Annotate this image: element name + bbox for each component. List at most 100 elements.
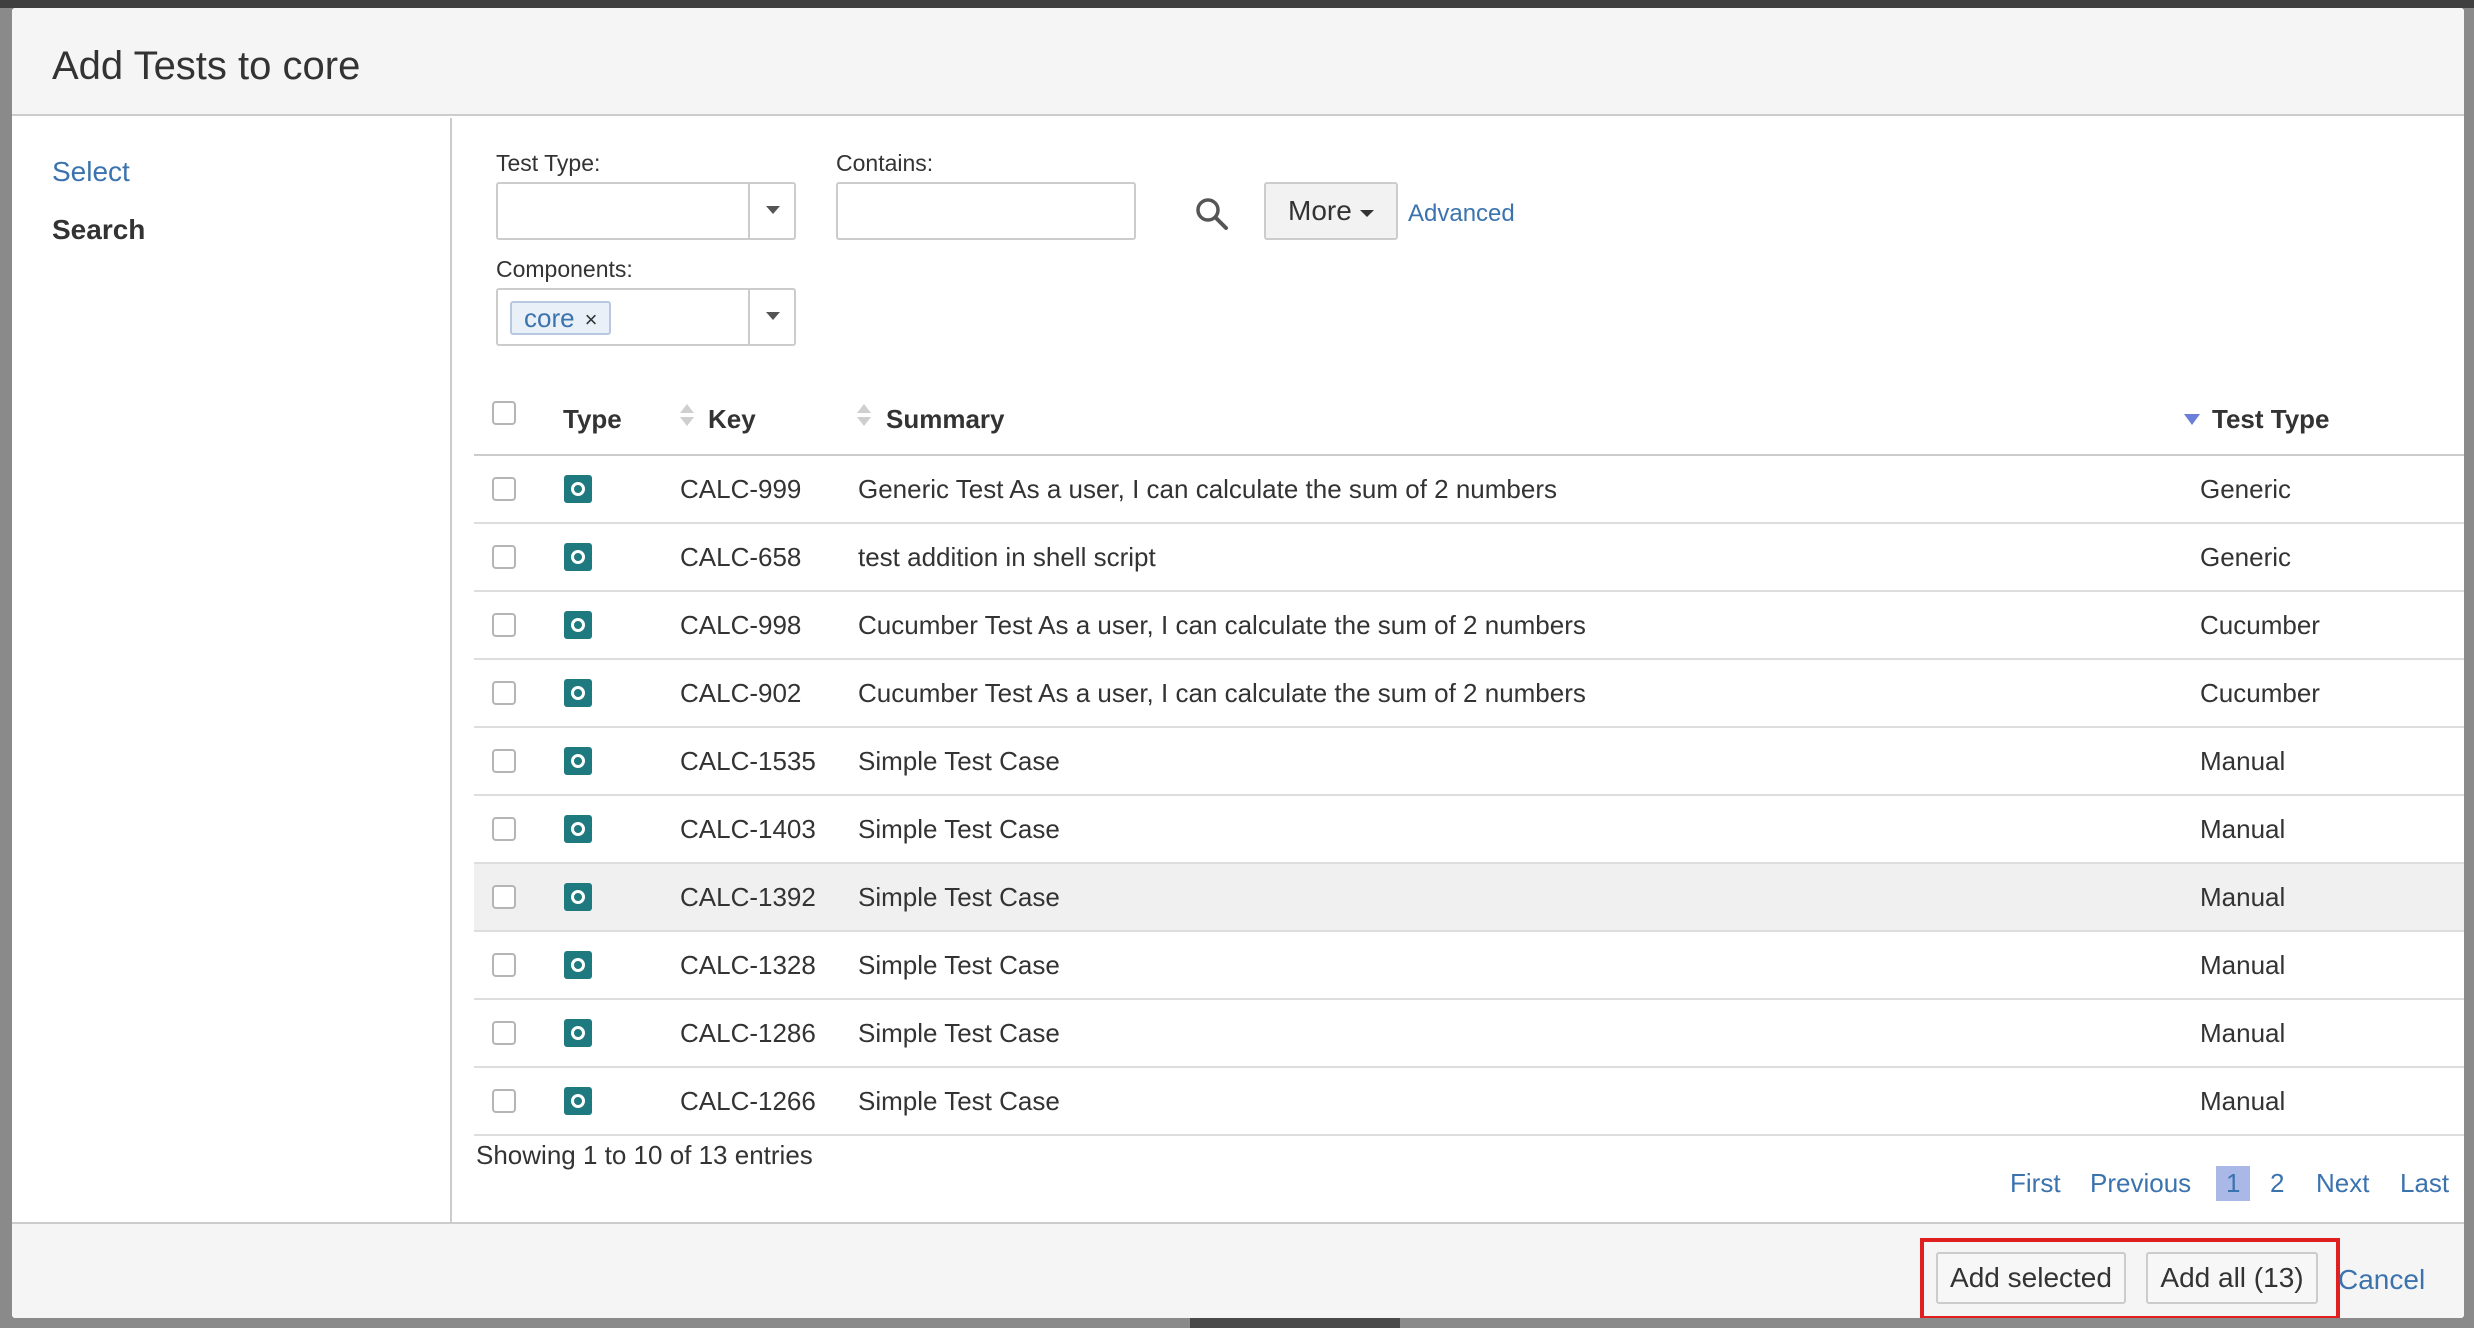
test-type-icon (564, 883, 592, 911)
row-checkbox[interactable] (492, 477, 516, 501)
row-key[interactable]: CALC-902 (680, 678, 801, 709)
contains-input[interactable] (836, 182, 1136, 240)
row-checkbox[interactable] (492, 749, 516, 773)
more-button-label: More (1288, 195, 1352, 226)
sort-icon[interactable] (679, 402, 695, 432)
test-type-icon (564, 1087, 592, 1115)
row-checkbox[interactable] (492, 953, 516, 977)
advanced-link[interactable]: Advanced (1408, 200, 1515, 228)
row-test-type: Manual (2200, 814, 2286, 844)
row-summary: Cucumber Test As a user, I can calculate… (858, 678, 1586, 708)
pagination-previous[interactable]: Previous (2090, 1168, 2191, 1199)
test-type-select[interactable] (496, 182, 796, 240)
row-summary: Generic Test As a user, I can calculate … (858, 474, 1557, 504)
row-checkbox[interactable] (492, 1089, 516, 1113)
background-page-right (2464, 8, 2474, 1328)
test-type-icon (564, 951, 592, 979)
row-key[interactable]: CALC-1535 (680, 746, 816, 777)
row-summary: Cucumber Test As a user, I can calculate… (858, 610, 1586, 640)
row-summary: Simple Test Case (858, 814, 1060, 844)
table-row[interactable]: CALC-998 Cucumber Test As a user, I can … (474, 592, 2464, 660)
test-type-icon (564, 747, 592, 775)
test-type-icon (564, 543, 592, 571)
row-summary: Simple Test Case (858, 950, 1060, 980)
add-tests-dialog: Add Tests to core Select Search Test Typ… (12, 8, 2464, 1318)
row-checkbox[interactable] (492, 681, 516, 705)
row-key[interactable]: CALC-658 (680, 542, 801, 573)
row-test-type: Generic (2200, 542, 2292, 572)
column-header-type[interactable]: Type (563, 404, 622, 435)
caret-down-icon (1360, 210, 1374, 217)
add-selected-button[interactable]: Add selected (1936, 1252, 2126, 1304)
row-summary: test addition in shell script (858, 542, 1156, 572)
row-checkbox[interactable] (492, 613, 516, 637)
row-summary: Simple Test Case (858, 746, 1060, 776)
more-button[interactable]: More (1264, 182, 1398, 240)
components-select[interactable]: core × (496, 288, 796, 346)
dialog-sidebar: Select Search (12, 118, 452, 1222)
table-row[interactable]: CALC-1392 Simple Test Case Manual (474, 864, 2464, 932)
row-test-type: Cucumber (2200, 610, 2320, 640)
table-row[interactable]: CALC-902 Cucumber Test As a user, I can … (474, 660, 2464, 728)
table-row[interactable]: CALC-999 Generic Test As a user, I can c… (474, 456, 2464, 524)
background-page-left (0, 8, 12, 1328)
row-key[interactable]: CALC-1286 (680, 1018, 816, 1049)
row-test-type: Manual (2200, 1018, 2286, 1048)
pagination-last[interactable]: Last (2400, 1168, 2449, 1199)
sidebar-item-search[interactable]: Search (52, 214, 145, 246)
table-row[interactable]: CALC-658 test addition in shell script G… (474, 524, 2464, 592)
row-test-type: Generic (2200, 474, 2292, 504)
table-row[interactable]: CALC-1535 Simple Test Case Manual (474, 728, 2464, 796)
row-test-type: Manual (2200, 882, 2286, 912)
add-all-button[interactable]: Add all (13) (2146, 1252, 2318, 1304)
row-checkbox[interactable] (492, 1021, 516, 1045)
row-key[interactable]: CALC-998 (680, 610, 801, 641)
test-type-label: Test Type: (496, 150, 601, 176)
row-key[interactable]: CALC-1403 (680, 814, 816, 845)
dialog-title: Add Tests to core (52, 44, 361, 88)
row-checkbox[interactable] (492, 545, 516, 569)
table-row[interactable]: CALC-1403 Simple Test Case Manual (474, 796, 2464, 864)
row-test-type: Manual (2200, 1086, 2286, 1116)
test-type-icon (564, 815, 592, 843)
component-tag-label: core (524, 303, 575, 333)
contains-label: Contains: (836, 150, 934, 176)
row-summary: Simple Test Case (858, 1018, 1060, 1048)
row-checkbox[interactable] (492, 885, 516, 909)
cancel-link[interactable]: Cancel (2338, 1264, 2425, 1296)
entries-count: Showing 1 to 10 of 13 entries (476, 1140, 813, 1170)
column-header-test-type[interactable]: Test Type (2212, 404, 2330, 435)
row-summary: Simple Test Case (858, 1086, 1060, 1116)
dialog-header: Add Tests to core (12, 8, 2464, 116)
column-header-key[interactable]: Key (708, 404, 756, 435)
tests-table: Type Key Summary Test Type CALC-999 Gene… (474, 380, 2464, 1136)
column-header-summary[interactable]: Summary (886, 404, 1005, 435)
chevron-down-icon[interactable] (748, 184, 794, 238)
table-row[interactable]: CALC-1266 Simple Test Case Manual (474, 1068, 2464, 1136)
search-panel: Test Type: Contains: More Advanced Compo… (454, 118, 2464, 1222)
pagination-page-1[interactable]: 1 (2216, 1166, 2251, 1201)
sidebar-item-select[interactable]: Select (52, 156, 130, 188)
row-checkbox[interactable] (492, 817, 516, 841)
pagination-next[interactable]: Next (2316, 1168, 2369, 1199)
row-key[interactable]: CALC-1266 (680, 1086, 816, 1117)
table-row[interactable]: CALC-1286 Simple Test Case Manual (474, 1000, 2464, 1068)
table-row[interactable]: CALC-1328 Simple Test Case Manual (474, 932, 2464, 1000)
test-type-icon (564, 611, 592, 639)
background-page-top (0, 0, 2474, 8)
components-label: Components: (496, 256, 633, 282)
row-key[interactable]: CALC-1328 (680, 950, 816, 981)
chevron-down-icon[interactable] (748, 290, 794, 344)
sort-descending-icon[interactable] (2184, 414, 2200, 425)
row-key[interactable]: CALC-1392 (680, 882, 816, 913)
search-icon[interactable] (1194, 196, 1230, 232)
table-header: Type Key Summary Test Type (474, 380, 2464, 456)
pagination-first[interactable]: First (2010, 1168, 2061, 1199)
sort-icon[interactable] (856, 402, 872, 432)
select-all-checkbox[interactable] (492, 401, 516, 425)
tag-remove-icon[interactable]: × (585, 307, 598, 332)
row-summary: Simple Test Case (858, 882, 1060, 912)
test-type-icon (564, 475, 592, 503)
pagination-page-2[interactable]: 2 (2270, 1168, 2284, 1199)
row-key[interactable]: CALC-999 (680, 474, 801, 505)
